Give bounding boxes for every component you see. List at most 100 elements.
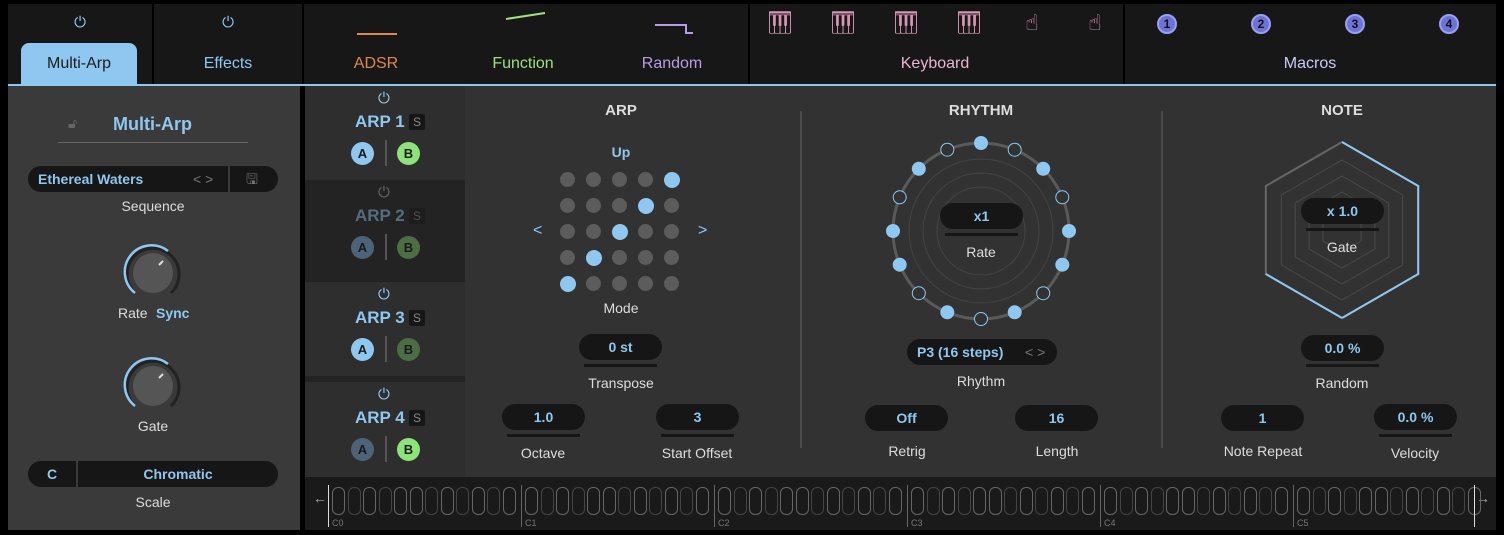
key[interactable]	[633, 487, 647, 515]
route-b-button[interactable]: B	[397, 338, 420, 361]
rhythm-step[interactable]	[940, 142, 955, 157]
key[interactable]	[1081, 487, 1095, 515]
mode-grid-dot[interactable]	[638, 172, 653, 187]
start-offset-field[interactable]: 3	[656, 404, 739, 430]
mode-grid-dot[interactable]	[560, 172, 575, 187]
key[interactable]	[795, 487, 809, 515]
key[interactable]	[733, 487, 747, 515]
macro-knob-1[interactable]: 1	[1157, 14, 1177, 34]
key[interactable]	[1405, 487, 1419, 515]
touch-slide-icon[interactable]: ☝︎	[1080, 10, 1110, 38]
key[interactable]	[1228, 487, 1241, 515]
mode-grid-dot[interactable]	[586, 172, 601, 187]
tab-random[interactable]: Random	[642, 55, 702, 73]
key[interactable]	[471, 487, 485, 515]
note-gate-field[interactable]: x 1.0	[1301, 198, 1384, 224]
mode-grid-dot[interactable]	[664, 224, 679, 239]
prev-next-arrows[interactable]: < >	[193, 166, 213, 192]
solo-button[interactable]: S	[409, 410, 425, 426]
mode-grid-dot[interactable]	[612, 224, 628, 240]
arp-slot-2[interactable]: ⏻ ARP 2 S A B	[305, 180, 465, 274]
power-icon[interactable]: ⏻	[378, 90, 390, 107]
solo-button[interactable]: S	[409, 310, 425, 326]
power-icon[interactable]: ⏻	[222, 14, 234, 31]
rhythm-step[interactable]	[1036, 286, 1051, 301]
touch-icon[interactable]: ☝︎	[1017, 10, 1047, 38]
key[interactable]	[1150, 487, 1164, 515]
rhythm-circle[interactable]	[881, 131, 1081, 331]
mode-grid-dot[interactable]	[664, 250, 679, 265]
key[interactable]	[409, 487, 423, 515]
tab-keyboard[interactable]: Keyboard	[901, 55, 970, 73]
mode-grid-dot[interactable]	[560, 198, 575, 213]
macro-knob-2[interactable]: 2	[1251, 14, 1271, 34]
mode-grid-dot[interactable]	[612, 250, 627, 265]
arp-slot-1[interactable]: ⏻ ARP 1 S A B	[305, 86, 465, 180]
rhythm-step[interactable]	[1007, 305, 1022, 320]
tab-adsr[interactable]: ADSR	[354, 55, 398, 73]
power-icon[interactable]: ⏻	[378, 286, 390, 303]
rate-sync-toggle[interactable]: Sync	[156, 305, 189, 321]
rhythm-step[interactable]	[886, 224, 900, 238]
key[interactable]	[842, 487, 855, 515]
mode-grid-dot[interactable]	[664, 172, 680, 188]
note-repeat-field[interactable]: 1	[1221, 405, 1304, 431]
power-icon[interactable]: ⏻	[378, 184, 390, 201]
length-field[interactable]: 16	[1015, 405, 1098, 431]
sequence-selector[interactable]: Ethereal Waters < > 🖫	[28, 166, 278, 192]
key[interactable]	[1004, 487, 1017, 515]
octave-field[interactable]: 1.0	[502, 404, 585, 430]
mode-grid-dot[interactable]	[586, 250, 602, 266]
rhythm-step[interactable]	[1007, 142, 1022, 157]
range-left-arrow[interactable]: ←	[313, 490, 327, 506]
key[interactable]	[1050, 487, 1064, 515]
route-a-button[interactable]: A	[351, 142, 374, 165]
mode-grid-dot[interactable]	[560, 224, 575, 239]
solo-button[interactable]: S	[409, 208, 425, 224]
key[interactable]	[857, 487, 871, 515]
key[interactable]	[456, 487, 469, 515]
key[interactable]	[587, 487, 600, 515]
rhythm-step[interactable]	[1062, 224, 1076, 238]
key[interactable]	[378, 487, 392, 515]
mode-grid-dot[interactable]	[560, 250, 575, 265]
key[interactable]	[911, 487, 924, 515]
key[interactable]	[1343, 487, 1357, 515]
key[interactable]	[1274, 487, 1288, 515]
key[interactable]	[1436, 487, 1450, 515]
rhythm-step[interactable]	[1036, 161, 1051, 176]
mode-grid-dot[interactable]	[586, 224, 601, 239]
key[interactable]	[973, 487, 986, 515]
mode-prev-arrow[interactable]: <	[533, 222, 542, 240]
rhythm-pattern-selector[interactable]: P3 (16 steps) < >	[907, 339, 1057, 365]
velocity-field[interactable]: 0.0 %	[1374, 404, 1457, 430]
mode-grid-dot[interactable]	[586, 198, 601, 213]
pitch-bend-icon[interactable]: 🎹︎	[765, 10, 795, 38]
tab-function[interactable]: Function	[492, 55, 553, 73]
rhythm-step[interactable]	[911, 286, 926, 301]
key[interactable]	[1135, 487, 1148, 515]
key[interactable]	[394, 487, 407, 515]
gate-knob[interactable]	[121, 354, 185, 418]
retrig-field[interactable]: Off	[865, 405, 948, 431]
key[interactable]	[764, 487, 778, 515]
tab-macros[interactable]: Macros	[1284, 55, 1336, 73]
key[interactable]	[695, 487, 709, 515]
save-icon[interactable]: 🖫	[246, 166, 258, 192]
key[interactable]	[1243, 487, 1257, 515]
mode-grid-dot[interactable]	[638, 224, 653, 239]
key[interactable]	[780, 487, 793, 515]
mode-grid-dot[interactable]	[664, 198, 679, 213]
solo-button[interactable]: S	[409, 114, 425, 130]
rhythm-step[interactable]	[892, 257, 907, 272]
key[interactable]	[502, 487, 516, 515]
transpose-field[interactable]: 0 st	[579, 334, 662, 360]
key-range-icon[interactable]: 🎹︎	[828, 10, 858, 38]
key[interactable]	[988, 487, 1002, 515]
key[interactable]	[440, 487, 454, 515]
key[interactable]	[1212, 487, 1226, 515]
mode-grid-dot[interactable]	[586, 276, 601, 291]
route-a-button[interactable]: A	[351, 438, 374, 461]
rhythm-rate-field[interactable]: x1	[940, 203, 1023, 229]
random-field[interactable]: 0.0 %	[1301, 335, 1384, 361]
